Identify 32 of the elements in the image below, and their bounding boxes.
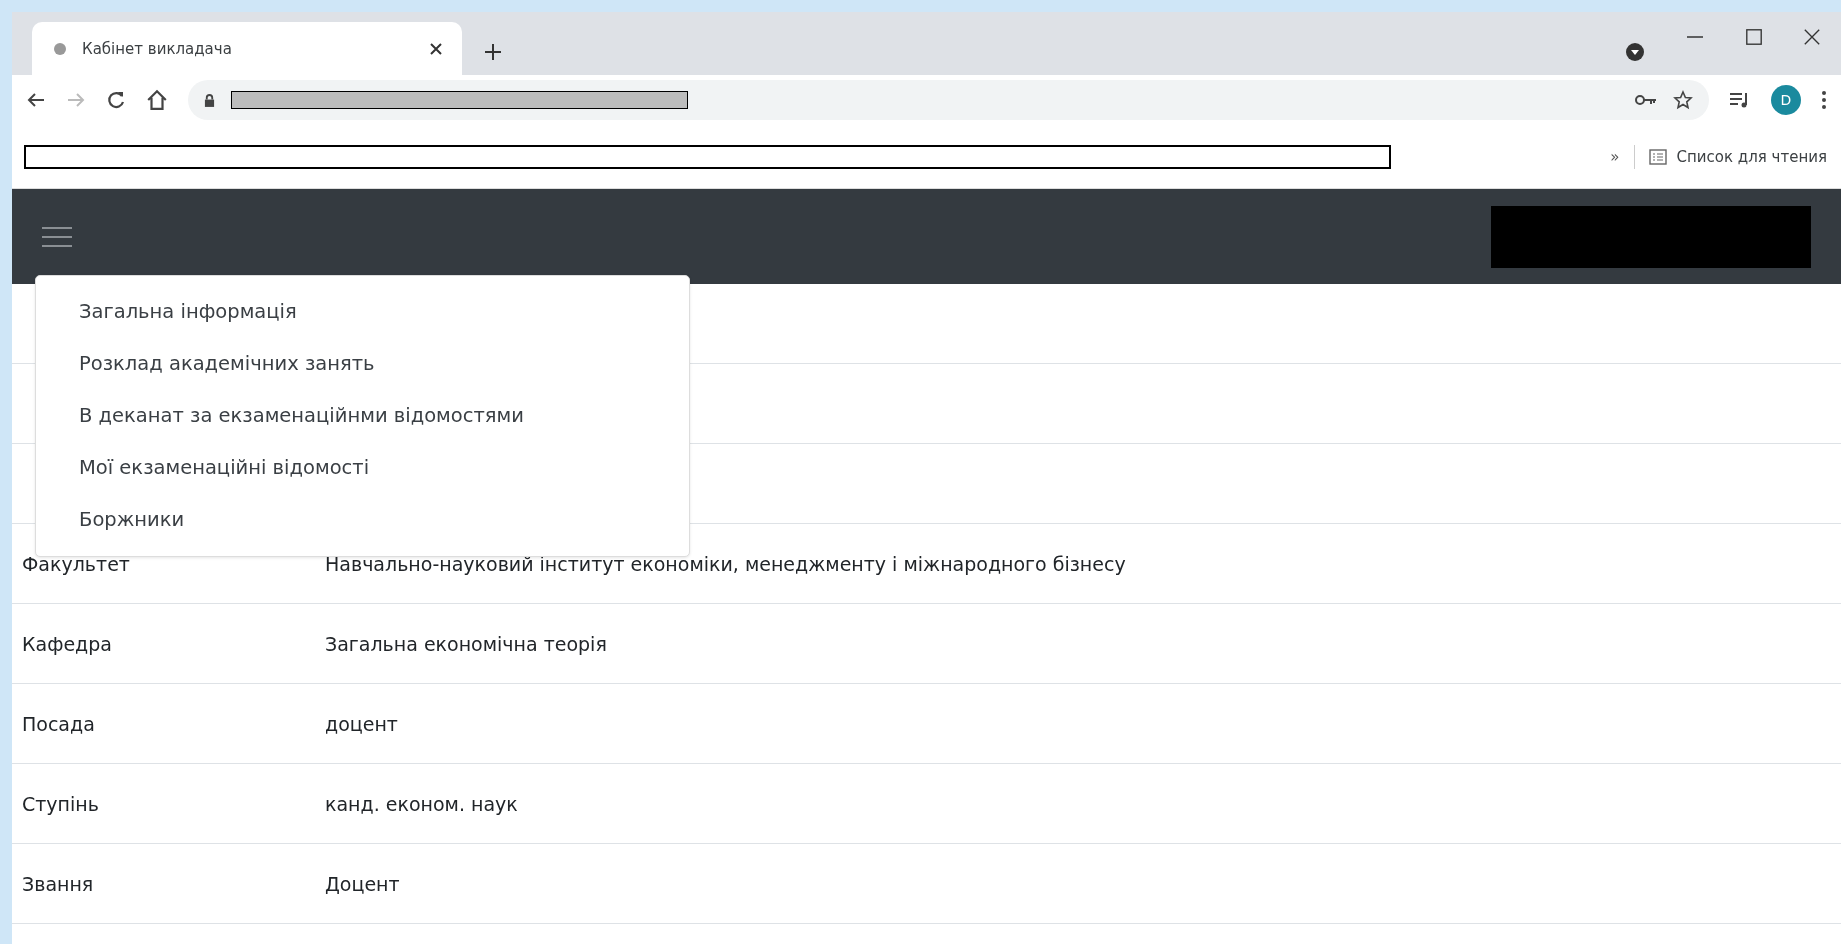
field-value: Навчально-науковий інститут економіки, менеджменту і міжнародного бізнесу	[325, 552, 1126, 575]
browser-tab[interactable]: Кабінет викладача	[32, 22, 462, 75]
field-label: Ступінь	[22, 792, 100, 815]
lock-icon	[204, 93, 215, 107]
menu-icon[interactable]	[42, 225, 72, 248]
home-icon[interactable]	[146, 89, 168, 111]
reload-icon[interactable]	[106, 90, 126, 110]
menu-item[interactable]: Мої екзаменаційні відомості	[36, 442, 689, 494]
field-value: Загальна економічна теорія	[325, 632, 607, 655]
profile-avatar[interactable]: D	[1771, 85, 1801, 115]
key-icon[interactable]	[1635, 94, 1657, 106]
menu-item[interactable]: Загальна інформація	[36, 286, 689, 338]
close-icon[interactable]	[1803, 28, 1821, 46]
reading-list-link[interactable]: Список для чтения	[1676, 147, 1827, 166]
tab-title: Кабінет викладача	[82, 39, 233, 58]
field-value: канд. економ. наук	[325, 792, 518, 815]
field-value: Доцент	[325, 872, 400, 895]
field-label: Звання	[22, 872, 95, 895]
close-icon[interactable]	[430, 42, 442, 55]
field-value: доцент	[325, 712, 398, 735]
star-icon[interactable]	[1673, 90, 1693, 110]
menu-item[interactable]: Розклад академічних занять	[36, 338, 689, 390]
menu-item[interactable]: В деканат за екзаменаційнми відомостями	[36, 390, 689, 442]
plus-icon[interactable]	[484, 43, 502, 61]
list-icon	[1648, 148, 1667, 165]
bookmarks-overflow[interactable]: »	[1610, 147, 1620, 166]
field-label: Посада	[22, 712, 96, 735]
field-label: Факультет	[22, 552, 131, 575]
maximize-icon[interactable]	[1745, 28, 1763, 46]
more-icon[interactable]	[1821, 90, 1827, 110]
field-label: Кафедра	[22, 632, 113, 655]
menu-item[interactable]: Боржники	[36, 494, 689, 546]
